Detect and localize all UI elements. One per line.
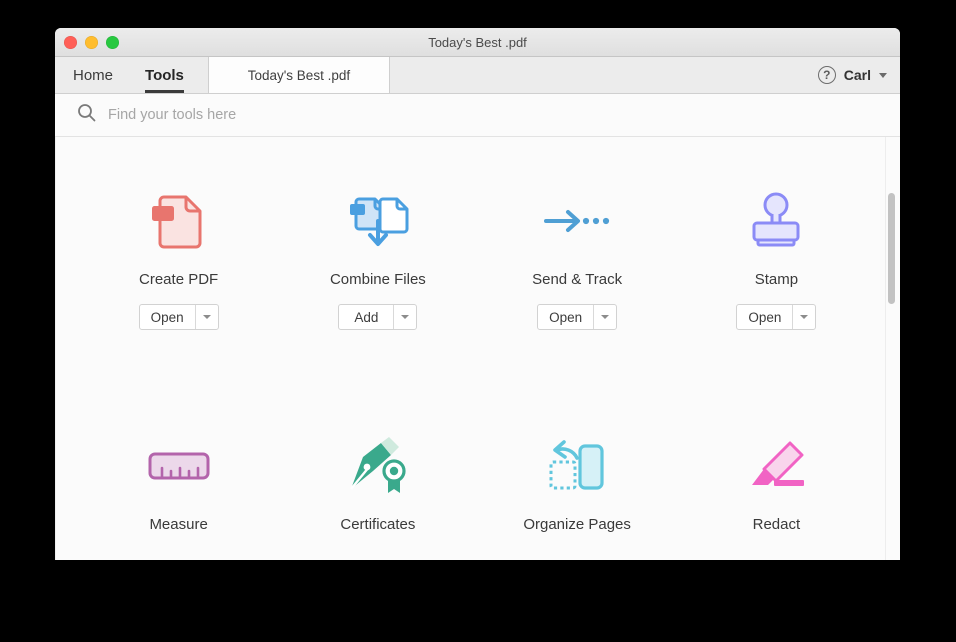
tools-content-area: Open Open	[55, 137, 900, 560]
caret-down-icon	[401, 315, 410, 319]
open-button[interactable]: Open	[537, 304, 618, 330]
caret-down-icon	[601, 315, 610, 319]
tab-tools-label: Tools	[145, 66, 184, 84]
add-button-dropdown[interactable]	[393, 305, 416, 329]
organize-pages-icon	[547, 428, 607, 504]
open-button-label: Open	[150, 309, 184, 325]
tab-bar-spacer	[390, 57, 818, 93]
window-title: Today's Best .pdf	[428, 35, 527, 50]
combine-files-icon	[345, 183, 411, 259]
tool-label: Send & Track	[532, 271, 623, 288]
tool-label: Organize Pages	[523, 516, 631, 533]
tool-card-create-pdf[interactable]: Create PDF Open	[79, 157, 278, 330]
tool-label: Measure	[149, 516, 208, 533]
tool-action: Open	[736, 304, 817, 330]
redact-marker-icon	[744, 428, 808, 504]
window-titlebar: Today's Best .pdf	[55, 28, 900, 57]
tab-bar-actions: ? Carl	[817, 57, 900, 93]
application-window: Today's Best .pdf Home Tools Today's Bes…	[55, 28, 900, 560]
open-button-dropdown[interactable]	[792, 305, 815, 329]
tool-label: Certificates	[340, 516, 416, 533]
open-button-label: Open	[748, 309, 782, 325]
chevron-down-icon[interactable]	[879, 72, 887, 78]
tool-label: Stamp	[754, 271, 799, 288]
add-button[interactable]: Add	[338, 304, 418, 330]
add-button-label: Add	[354, 309, 379, 325]
tab-home[interactable]: Home	[55, 57, 129, 93]
help-icon-glyph: ?	[823, 68, 831, 82]
help-icon[interactable]: ?	[817, 66, 836, 84]
create-pdf-icon	[150, 183, 208, 259]
open-button[interactable]: Open	[138, 304, 219, 330]
stamp-icon	[746, 183, 806, 259]
certificates-icon	[347, 428, 409, 504]
tool-label: Combine Files	[329, 271, 426, 288]
tool-card-measure[interactable]: Measure	[79, 402, 278, 533]
tool-card-organize-pages: Organize Pages	[478, 402, 677, 533]
tool-card-stamp[interactable]: Stamp Open	[677, 157, 876, 330]
send-track-icon	[542, 183, 612, 259]
tools-row-1: Create PDF Open Combine Files Add Send &…	[55, 137, 900, 330]
tool-action: Open	[138, 304, 219, 330]
open-button[interactable]: Open	[736, 304, 817, 330]
tab-bar: Home Tools Today's Best .pdf ? Carl	[55, 57, 900, 94]
caret-down-icon	[800, 315, 809, 319]
tab-tools[interactable]: Tools	[129, 57, 200, 93]
search-icon	[77, 103, 96, 127]
tool-action: Open	[537, 304, 618, 330]
search-input[interactable]	[108, 107, 508, 123]
open-button-label: Open	[549, 309, 583, 325]
open-button-dropdown[interactable]	[593, 305, 616, 329]
scrollbar-thumb[interactable]	[888, 193, 895, 304]
vertical-scrollbar[interactable]	[886, 137, 897, 560]
tool-card-send-track[interactable]: Send & Track Open	[478, 157, 677, 330]
tool-action: Add	[338, 304, 418, 330]
tools-row-2: Measure Certificates Organize Pages Reda…	[55, 330, 900, 533]
measure-ruler-icon	[147, 428, 211, 504]
tool-card-redact: Redact	[677, 402, 876, 533]
tool-label: Create PDF	[139, 271, 219, 288]
user-menu-label[interactable]: Carl	[844, 67, 871, 83]
tool-card-certificates[interactable]: Certificates	[278, 402, 477, 533]
tab-home-label: Home	[73, 66, 114, 84]
tab-document-label: Today's Best .pdf	[247, 67, 351, 83]
tool-card-combine-files[interactable]: Combine Files Add	[278, 157, 477, 330]
tool-search-bar	[55, 94, 900, 137]
tab-document[interactable]: Today's Best .pdf	[207, 57, 390, 93]
tool-label: Redact	[752, 516, 801, 533]
open-button-dropdown[interactable]	[194, 305, 218, 329]
caret-down-icon	[202, 315, 211, 319]
tools-grid: Open Open	[55, 137, 900, 533]
